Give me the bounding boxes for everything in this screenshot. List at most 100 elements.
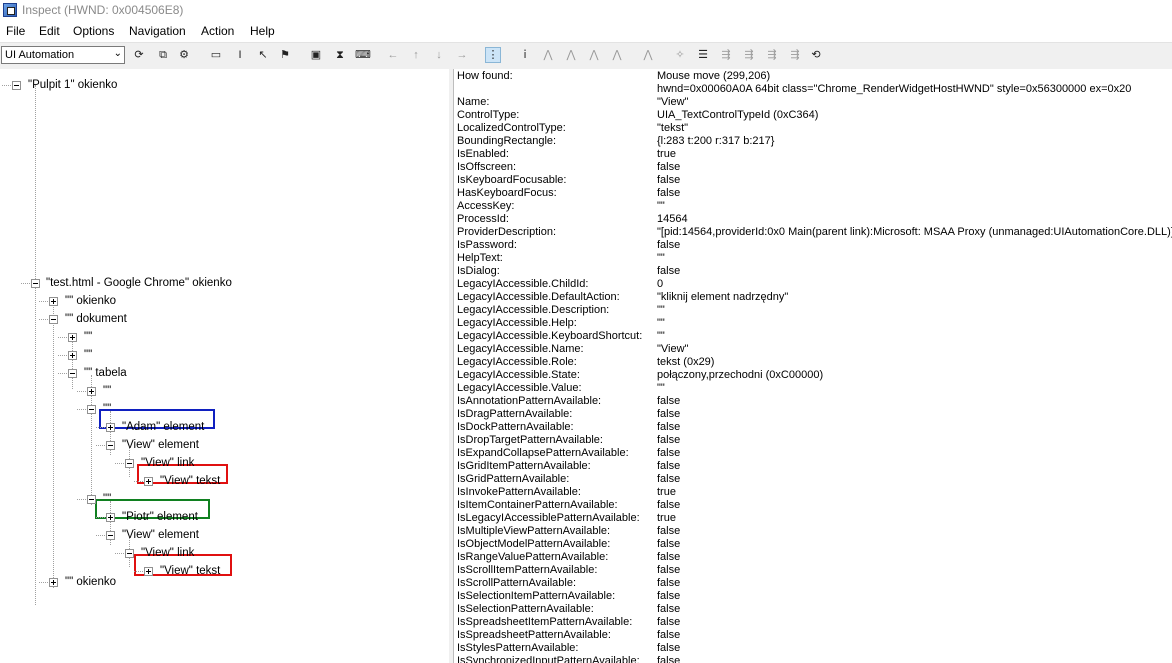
- menu-options[interactable]: Options: [73, 24, 114, 38]
- property-value: false: [657, 603, 681, 615]
- keyboard-icon[interactable]: ⌨: [355, 47, 371, 63]
- property-value: false: [657, 395, 681, 407]
- property-name: IsInvokePatternAvailable:: [457, 486, 581, 498]
- property-value: true: [657, 512, 676, 524]
- tree-node[interactable]: "": [84, 347, 92, 363]
- flag-icon[interactable]: ⚑: [277, 47, 293, 63]
- caret-icon[interactable]: I: [232, 47, 248, 63]
- property-value: false: [657, 616, 681, 628]
- pattern-icon-1[interactable]: ⋀: [540, 47, 556, 63]
- pattern-icon-2[interactable]: ⋀: [563, 47, 579, 63]
- collapse-icon[interactable]: [68, 369, 77, 378]
- settings-icon[interactable]: ⚙: [176, 47, 192, 63]
- property-name: IsScrollPatternAvailable:: [457, 577, 577, 589]
- pattern-icon-4[interactable]: ⋀: [609, 47, 625, 63]
- tree-node[interactable]: "" tabela: [84, 365, 127, 381]
- property-value: hwnd=0x00060A0A 64bit class="Chrome_Rend…: [657, 83, 1132, 95]
- collapse-icon[interactable]: [87, 405, 96, 414]
- expand-icon[interactable]: [144, 477, 153, 486]
- property-name: LegacyIAccessible.KeyboardShortcut:: [457, 330, 643, 342]
- tree-node[interactable]: "": [103, 401, 111, 417]
- collapse-icon[interactable]: [106, 441, 115, 450]
- refresh-icon[interactable]: ⟳: [131, 47, 147, 63]
- property-value: false: [657, 655, 681, 663]
- expand-icon[interactable]: [68, 351, 77, 360]
- tree-node[interactable]: "View" element: [122, 437, 199, 453]
- reload-icon[interactable]: ⟲: [808, 47, 824, 63]
- tree-node[interactable]: "": [84, 329, 92, 345]
- expand-icon[interactable]: [106, 513, 115, 522]
- list-icon-3[interactable]: ⇶: [741, 47, 757, 63]
- property-value: false: [657, 434, 681, 446]
- property-name: ControlType:: [457, 109, 520, 121]
- navigate-forward-icon[interactable]: →: [454, 47, 470, 63]
- expand-icon[interactable]: [144, 567, 153, 576]
- expand-icon[interactable]: [106, 423, 115, 432]
- expand-icon[interactable]: [87, 387, 96, 396]
- property-name: IsDialog:: [457, 265, 500, 277]
- info-icon[interactable]: ⅰ: [517, 47, 533, 63]
- collapse-icon[interactable]: [49, 315, 58, 324]
- expand-icon[interactable]: [49, 297, 58, 306]
- mode-select[interactable]: UI Automation ⌄: [1, 46, 125, 64]
- tree-node[interactable]: "" dokument: [65, 311, 127, 327]
- menu-edit[interactable]: Edit: [39, 24, 60, 38]
- navigate-back-icon[interactable]: ←: [385, 47, 401, 63]
- tree-node[interactable]: "" okienko: [65, 574, 116, 590]
- navigate-down-icon[interactable]: ↓: [431, 47, 447, 63]
- tree-node[interactable]: "View" element: [122, 527, 199, 543]
- property-name: LegacyIAccessible.Help:: [457, 317, 577, 329]
- pattern-icon-5[interactable]: ⋀: [640, 47, 656, 63]
- pattern-icon-3[interactable]: ⋀: [586, 47, 602, 63]
- property-name: ProcessId:: [457, 213, 509, 225]
- property-name: IsGridItemPatternAvailable:: [457, 460, 591, 472]
- menu-help[interactable]: Help: [250, 24, 275, 38]
- menu-file[interactable]: File: [6, 24, 25, 38]
- hourglass-icon[interactable]: ⧗: [332, 47, 348, 63]
- property-name: LegacyIAccessible.Value:: [457, 382, 582, 394]
- collapse-icon[interactable]: [106, 531, 115, 540]
- tree-node[interactable]: "Piotr" element: [122, 509, 198, 525]
- property-name: How found:: [457, 70, 513, 82]
- menu-action[interactable]: Action: [201, 24, 234, 38]
- property-value: tekst (0x29): [657, 356, 715, 368]
- list-icon-2[interactable]: ⇶: [718, 47, 734, 63]
- expand-icon[interactable]: [68, 333, 77, 342]
- element-tree[interactable]: "Pulpit 1" okienko "test.html - Google Ch…: [0, 69, 450, 663]
- navigate-up-icon[interactable]: ↑: [408, 47, 424, 63]
- copy-icon[interactable]: ⧉: [155, 47, 171, 63]
- tree-node[interactable]: "View" link: [141, 455, 194, 471]
- highlight-icon[interactable]: ✧: [672, 47, 688, 63]
- property-name: IsDockPatternAvailable:: [457, 421, 574, 433]
- collapse-icon[interactable]: [87, 495, 96, 504]
- tree-node[interactable]: "" okienko: [65, 293, 116, 309]
- tree-node[interactable]: "Pulpit 1" okienko: [28, 77, 117, 93]
- list-icon-4[interactable]: ⇶: [764, 47, 780, 63]
- tree-node[interactable]: "": [103, 491, 111, 507]
- menu-navigation[interactable]: Navigation: [129, 24, 186, 38]
- collapse-icon[interactable]: [125, 459, 134, 468]
- tree-node[interactable]: "View" tekst: [160, 473, 220, 489]
- property-name: LocalizedControlType:: [457, 122, 566, 134]
- property-value: false: [657, 421, 681, 433]
- collapse-icon[interactable]: [31, 279, 40, 288]
- tree-view-icon[interactable]: ⋮: [485, 47, 501, 63]
- list-icon[interactable]: ☰: [695, 47, 711, 63]
- collapse-icon[interactable]: [12, 81, 21, 90]
- frame-icon[interactable]: ▣: [308, 47, 324, 63]
- tree-node[interactable]: "View" link: [141, 545, 194, 561]
- property-name: LegacyIAccessible.State:: [457, 369, 580, 381]
- tree-node[interactable]: "": [103, 383, 111, 399]
- list-icon-5[interactable]: ⇶: [787, 47, 803, 63]
- collapse-icon[interactable]: [125, 549, 134, 558]
- property-name: IsScrollItemPatternAvailable:: [457, 564, 598, 576]
- inspect-app-icon: [3, 3, 17, 17]
- expand-icon[interactable]: [49, 578, 58, 587]
- property-name: IsMultipleViewPatternAvailable:: [457, 525, 611, 537]
- properties-pane[interactable]: How found: Mouse move (299,206) hwnd=0x000…: [454, 69, 1172, 663]
- cursor-icon[interactable]: ↖: [255, 47, 271, 63]
- tree-node[interactable]: "View" tekst: [160, 563, 220, 579]
- tree-node[interactable]: "Adam" element: [122, 419, 204, 435]
- rectangle-icon[interactable]: ▭: [208, 47, 224, 63]
- tree-node[interactable]: "test.html - Google Chrome" okienko: [46, 275, 232, 291]
